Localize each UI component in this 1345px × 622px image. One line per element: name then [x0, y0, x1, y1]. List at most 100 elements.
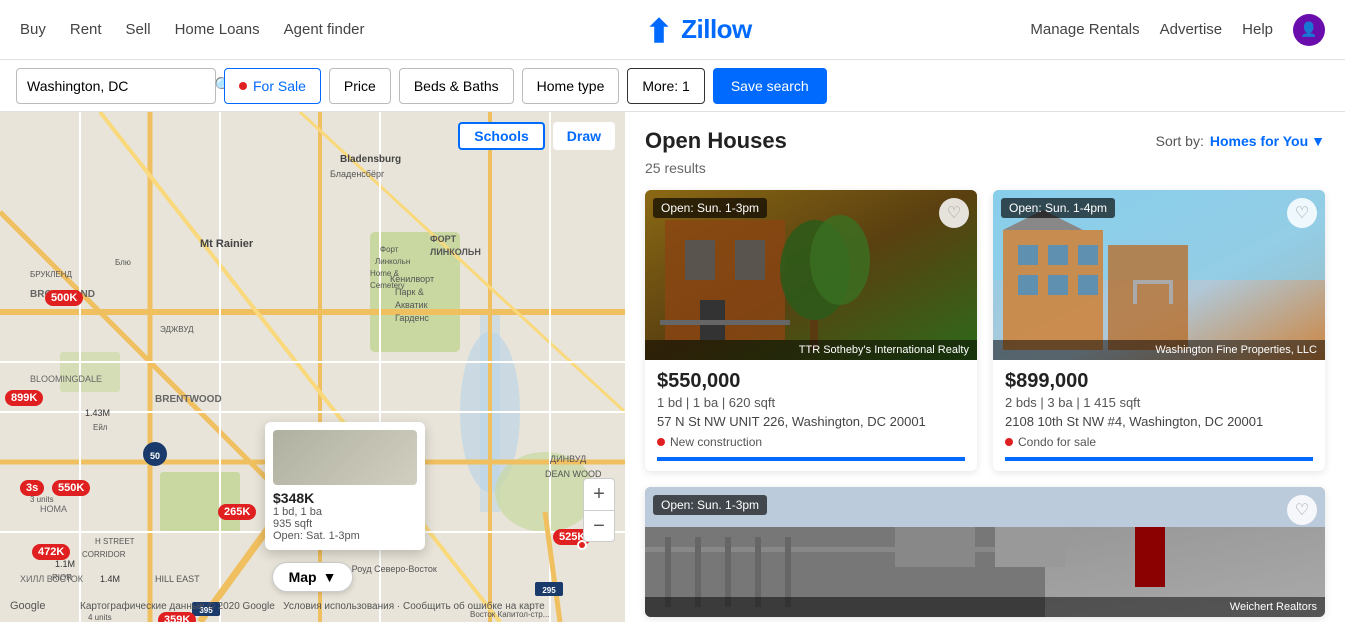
nav-agent-finder[interactable]: Agent finder — [284, 21, 365, 38]
map-pin-500k[interactable]: 500K — [45, 290, 83, 306]
card-agency-3: Weichert Realtors — [645, 597, 1325, 617]
listing-card-1[interactable]: Open: Sun. 1-3pm ♡ TTR Sotheby's Interna… — [645, 190, 977, 471]
map-pin-3s[interactable]: 3s — [20, 480, 44, 496]
logo[interactable]: Zillow — [643, 14, 752, 46]
card-body-2: $899,000 2 bds | 3 ba | 1 415 sqft 2108 … — [993, 360, 1325, 471]
svg-text:Бладенсбёрг: Бладенсбёрг — [330, 169, 385, 179]
map-pin-899k[interactable]: 899K — [5, 390, 43, 406]
save-search-button[interactable]: Save search — [713, 68, 827, 104]
draw-button[interactable]: Draw — [553, 122, 615, 150]
home-type-label: Home type — [537, 78, 605, 94]
zillow-logo-icon — [643, 14, 675, 46]
svg-text:ДИНВУД: ДИНВУД — [550, 454, 586, 464]
map-background: 50 395 295 BROOKLAND BLOOMINGDALE BRENTW… — [0, 112, 625, 622]
avatar[interactable]: 👤 — [1293, 14, 1325, 46]
map-popup-open: Open: Sat. 1-3pm — [273, 530, 417, 542]
map-popup[interactable]: $348K 1 bd, 1 ba 935 sqft Open: Sat. 1-3… — [265, 422, 425, 550]
main-nav: Buy Rent Sell Home Loans Agent finder — [20, 21, 365, 38]
map-pin-550k[interactable]: 550K — [52, 480, 90, 496]
nav-home-loans[interactable]: Home Loans — [175, 21, 260, 38]
sort-value[interactable]: Homes for You ▼ — [1210, 133, 1325, 149]
price-button[interactable]: Price — [329, 68, 391, 104]
zoom-out-button[interactable]: − — [583, 510, 615, 542]
card-details-1: 1 bd | 1 ba | 620 sqft — [657, 395, 965, 410]
svg-text:ЛИНКОЛЬН: ЛИНКОЛЬН — [430, 247, 481, 257]
card-image-1: Open: Sun. 1-3pm ♡ TTR Sotheby's Interna… — [645, 190, 977, 360]
save-search-label: Save search — [731, 78, 809, 94]
for-sale-dot — [239, 82, 247, 90]
card-address-1: 57 N St NW UNIT 226, Washington, DC 2000… — [657, 414, 965, 429]
more-button[interactable]: More: 1 — [627, 68, 704, 104]
svg-text:RIOR: RIOR — [52, 573, 72, 582]
svg-text:1.43M: 1.43M — [85, 408, 110, 418]
nav-rent[interactable]: Rent — [70, 21, 102, 38]
card-body-1: $550,000 1 bd | 1 ba | 620 sqft 57 N St … — [645, 360, 977, 471]
svg-text:HILL EAST: HILL EAST — [155, 574, 200, 584]
card-bottom-bar-1 — [657, 457, 965, 461]
card-bottom-bar-2 — [1005, 457, 1313, 461]
svg-text:Блю: Блю — [115, 258, 131, 267]
nav-buy[interactable]: Buy — [20, 21, 46, 38]
map-popup-price: $348K — [273, 490, 417, 506]
logo-text: Zillow — [681, 14, 752, 45]
card-details-2: 2 bds | 3 ba | 1 415 sqft — [1005, 395, 1313, 410]
card-image-2: Open: Sun. 1-4pm ♡ Washington Fine Prope… — [993, 190, 1325, 360]
beds-baths-button[interactable]: Beds & Baths — [399, 68, 514, 104]
sort-chevron-icon: ▼ — [1311, 133, 1325, 149]
map-toggle-label: Map — [289, 569, 317, 585]
svg-text:50: 50 — [150, 451, 160, 461]
more-label: More: 1 — [642, 78, 689, 94]
svg-text:BLOOMINGDALE: BLOOMINGDALE — [30, 374, 102, 384]
listing-card-2[interactable]: Open: Sun. 1-4pm ♡ Washington Fine Prope… — [993, 190, 1325, 471]
cards-grid: Open: Sun. 1-3pm ♡ TTR Sotheby's Interna… — [645, 190, 1325, 617]
map-zoom-controls: + − — [583, 478, 615, 542]
card-heart-3[interactable]: ♡ — [1287, 495, 1317, 525]
zoom-in-button[interactable]: + — [583, 478, 615, 510]
card-heart-1[interactable]: ♡ — [939, 198, 969, 228]
map-pin-359k[interactable]: 359K — [158, 612, 196, 622]
tag-text-2: Condo for sale — [1018, 435, 1096, 449]
tag-text-1: New construction — [670, 435, 762, 449]
for-sale-label: For Sale — [253, 78, 306, 94]
header: Buy Rent Sell Home Loans Agent finder Zi… — [0, 0, 1345, 60]
map-popup-details: 1 bd, 1 ba — [273, 506, 417, 518]
card-price-1: $550,000 — [657, 370, 965, 393]
help-link[interactable]: Help — [1242, 21, 1273, 38]
map-toggle-button[interactable]: Map ▼ — [272, 562, 354, 592]
for-sale-button[interactable]: For Sale — [224, 68, 321, 104]
advertise-link[interactable]: Advertise — [1160, 21, 1223, 38]
sort-label: Sort by: — [1156, 133, 1204, 149]
home-type-button[interactable]: Home type — [522, 68, 620, 104]
map-pin-265k[interactable]: 265K — [218, 504, 256, 520]
location-search-wrap[interactable]: 🔍 — [16, 68, 216, 104]
map-section: 50 395 295 BROOKLAND BLOOMINGDALE BRENTW… — [0, 112, 625, 622]
svg-text:Форт: Форт — [380, 245, 399, 254]
svg-text:ФОРТ: ФОРТ — [430, 234, 457, 244]
nav-sell[interactable]: Sell — [126, 21, 151, 38]
map-popup-image — [273, 430, 417, 485]
svg-text:Ейл: Ейл — [93, 423, 108, 432]
map-toggle[interactable]: Map ▼ — [272, 562, 354, 592]
svg-text:Mt Rainier: Mt Rainier — [200, 238, 254, 250]
manage-rentals-link[interactable]: Manage Rentals — [1030, 21, 1139, 38]
card-image-3: Open: Sun. 1-3pm ♡ Weichert Realtors — [645, 487, 1325, 617]
search-bar: 🔍 For Sale Price Beds & Baths Home type … — [0, 60, 1345, 112]
header-right: Manage Rentals Advertise Help 👤 — [1030, 14, 1325, 46]
results-title: Open Houses — [645, 128, 787, 154]
svg-text:БРУКЛЕНД: БРУКЛЕНД — [30, 270, 73, 279]
card-open-badge-3: Open: Sun. 1-3pm — [653, 495, 767, 515]
card-agency-2: Washington Fine Properties, LLC — [993, 340, 1325, 360]
main-content: 50 395 295 BROOKLAND BLOOMINGDALE BRENTW… — [0, 112, 1345, 622]
results-panel: Open Houses Sort by: Homes for You ▼ 25 … — [625, 112, 1345, 622]
card-agency-1: TTR Sotheby's International Realty — [645, 340, 977, 360]
svg-text:НОМА: НОМА — [40, 504, 67, 514]
svg-text:1.4M: 1.4M — [100, 574, 120, 584]
svg-text:1.1M: 1.1M — [55, 559, 75, 569]
listing-card-3[interactable]: Open: Sun. 1-3pm ♡ Weichert Realtors — [645, 487, 1325, 617]
card-open-badge-2: Open: Sun. 1-4pm — [1001, 198, 1115, 218]
results-header: Open Houses Sort by: Homes for You ▼ — [645, 128, 1325, 154]
card-heart-2[interactable]: ♡ — [1287, 198, 1317, 228]
schools-button[interactable]: Schools — [458, 122, 544, 150]
location-search-input[interactable] — [27, 78, 208, 94]
map-pin-472k[interactable]: 472K — [32, 544, 70, 560]
